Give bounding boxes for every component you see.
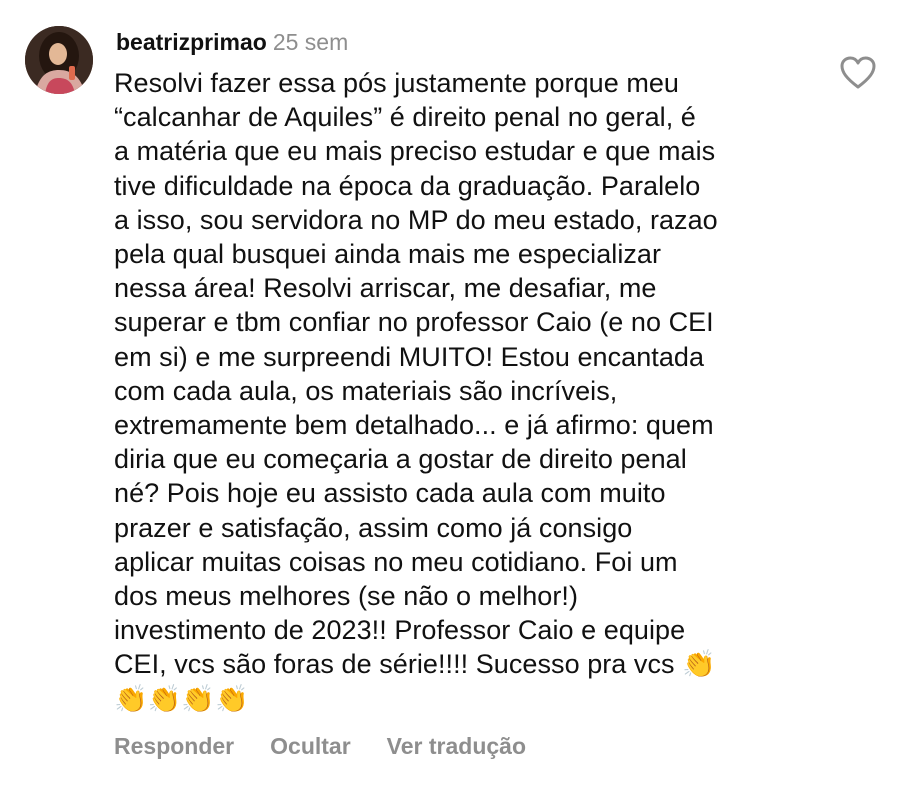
username[interactable]: beatrizprimao [116, 29, 267, 55]
reply-button[interactable]: Responder [114, 733, 234, 759]
hide-button[interactable]: Ocultar [270, 733, 351, 759]
translate-button[interactable]: Ver tradução [387, 733, 526, 759]
comment-line: aplicar muitas coisas no meu cotidiano. … [114, 546, 678, 577]
comment-line: a isso, sou servidora no MP do meu estad… [114, 204, 718, 235]
comment-line: “calcanhar de Aquiles” é direito penal n… [114, 102, 696, 133]
comment-actions: Responder Ocultar Ver tradução [114, 732, 526, 760]
comment-line: dos meus melhores (se não o melhor!) [114, 581, 579, 612]
comment-line: pela qual busquei ainda mais me especial… [114, 239, 662, 270]
comment-line: a matéria que eu mais preciso estudar e … [114, 136, 716, 167]
comment-line: superar e tbm confiar no professor Caio … [114, 307, 714, 338]
comment-line: 👏👏👏👏 [114, 683, 249, 714]
comment-line: CEI, vcs são foras de série!!!! Sucesso … [114, 649, 716, 680]
comment-text: Resolvi fazer essa pós justamente porque… [114, 66, 804, 716]
comment-line: com cada aula, os materiais são incrívei… [114, 375, 618, 406]
avatar-image [25, 26, 93, 94]
comment-line: nessa área! Resolvi arriscar, me desafia… [114, 273, 657, 304]
timestamp: 25 sem [272, 29, 349, 55]
comment-line: Resolvi fazer essa pós justamente porque… [114, 68, 679, 98]
avatar[interactable] [25, 26, 93, 94]
comment-header: beatrizprimao 25 sem [116, 28, 348, 56]
heart-icon[interactable] [840, 56, 876, 90]
comment-line: extremamente bem detalhado... e já afirm… [114, 410, 714, 441]
comment-line: diria que eu começaria a gostar de direi… [114, 444, 687, 475]
comment-line: né? Pois hoje eu assisto cada aula com m… [114, 478, 666, 509]
comment-line: investimento de 2023!! Professor Caio e … [114, 615, 686, 646]
comment-line: em si) e me surpreendi MUITO! Estou enca… [114, 341, 705, 372]
comment-line: tive dificuldade na época da graduação. … [114, 170, 701, 201]
comment-line: prazer e satisfação, assim como já consi… [114, 512, 633, 543]
